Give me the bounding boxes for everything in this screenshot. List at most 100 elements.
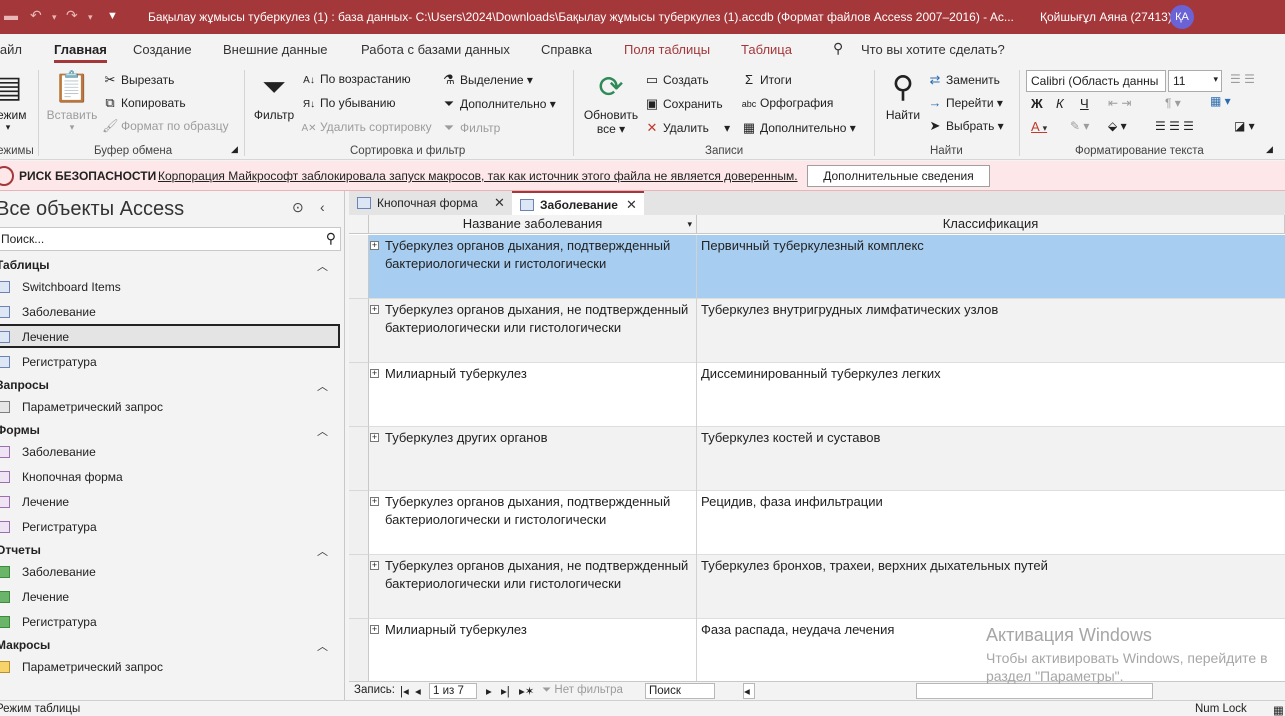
expand-subdatasheet-icon[interactable]: + bbox=[370, 305, 379, 314]
undo-icon[interactable]: ↶ bbox=[30, 7, 42, 24]
gridlines-icon[interactable]: ▦ ▾ bbox=[1210, 94, 1231, 108]
tab-table[interactable]: Таблица bbox=[741, 42, 792, 57]
chevron-up-icon[interactable]: ︿ bbox=[317, 423, 328, 439]
text-launcher-icon[interactable]: ◢ bbox=[1266, 144, 1273, 155]
doc-tab-zabolevanie[interactable]: Заболевание ✕ bbox=[512, 191, 644, 215]
doc-tab-switchboard[interactable]: Кнопочная форма ✕ bbox=[349, 191, 511, 215]
totals-button[interactable]: Σ Итоги bbox=[741, 72, 792, 87]
row-selector[interactable] bbox=[349, 427, 369, 491]
remove-sort-button[interactable]: A✕ Удалить сортировку bbox=[301, 120, 431, 134]
expand-subdatasheet-icon[interactable]: + bbox=[370, 625, 379, 634]
tab-external-data[interactable]: Внешние данные bbox=[223, 42, 328, 57]
sort-descending-button[interactable]: Я↓ По убыванию bbox=[301, 96, 396, 110]
nav-group-queries[interactable]: Запросы bbox=[0, 378, 49, 392]
font-family-select[interactable]: Calibri (Область данны bbox=[1026, 70, 1166, 92]
cell-disease-name[interactable]: Туберкулез других органов bbox=[385, 429, 695, 447]
nav-item-switchboard-items[interactable]: Switchboard Items bbox=[22, 280, 121, 294]
customize-qat-icon[interactable]: ▼ bbox=[107, 10, 118, 22]
cell-classification[interactable]: Туберкулез внутригрудных лимфатических у… bbox=[701, 301, 1281, 319]
cell-disease-name[interactable]: Туберкулез органов дыхания, подтвержденн… bbox=[385, 493, 695, 529]
spelling-button[interactable]: abc Орфография bbox=[741, 96, 834, 110]
horizontal-scrollbar-thumb[interactable] bbox=[916, 683, 1153, 699]
nav-group-forms[interactable]: Формы bbox=[0, 423, 40, 437]
cell-disease-name[interactable]: Милиарный туберкулез bbox=[385, 621, 695, 639]
filter-button[interactable]: ⏷ Фильтр bbox=[250, 70, 298, 122]
new-record-button[interactable]: ▭ Создать bbox=[644, 72, 709, 88]
security-message-link[interactable]: Корпорация Майкрософт заблокировала запу… bbox=[158, 169, 798, 183]
nav-item-table-lechenie[interactable]: Лечение bbox=[22, 330, 69, 344]
tell-me-box[interactable]: Что вы хотите сделать? bbox=[861, 42, 1005, 57]
close-icon[interactable]: ✕ bbox=[626, 197, 637, 213]
table-row[interactable]: + Туберкулез других органов Туберкулез кос… bbox=[369, 427, 1285, 491]
close-icon[interactable]: ✕ bbox=[494, 195, 505, 211]
copy-button[interactable]: ⧉ Копировать bbox=[102, 95, 185, 111]
expand-subdatasheet-icon[interactable]: + bbox=[370, 497, 379, 506]
no-filter-button[interactable]: ⏷ Нет фильтра bbox=[542, 684, 623, 697]
nav-item-report-zabolevanie[interactable]: Заболевание bbox=[22, 565, 96, 579]
chevron-up-icon[interactable]: ︿ bbox=[317, 258, 328, 274]
redo-icon[interactable]: ↷ bbox=[66, 7, 78, 24]
more-records-button[interactable]: ▦ Дополнительно ▾ bbox=[741, 120, 856, 136]
tab-table-fields[interactable]: Поля таблицы bbox=[624, 42, 710, 57]
table-row[interactable]: + Милиарный туберкулез Диссеминированный т… bbox=[369, 363, 1285, 427]
cell-classification[interactable]: Первичный туберкулезный комплекс bbox=[701, 237, 1281, 255]
tab-help[interactable]: Справка bbox=[541, 42, 592, 57]
avatar[interactable]: ҚА bbox=[1170, 5, 1194, 29]
selection-button[interactable]: ⚗ Выделение ▾ bbox=[441, 72, 533, 88]
sort-dropdown-icon[interactable]: ▾ bbox=[687, 215, 692, 233]
scroll-left-icon[interactable]: ◂ bbox=[743, 683, 755, 699]
nav-item-report-lechenie[interactable]: Лечение bbox=[22, 590, 69, 604]
more-info-button[interactable]: Дополнительные сведения bbox=[807, 165, 990, 187]
align-icons[interactable]: ☰ ☰ ☰ bbox=[1155, 119, 1194, 133]
table-row[interactable]: + Туберкулез органов дыхания, не подтверж… bbox=[369, 299, 1285, 363]
select-button[interactable]: ➤ Выбрать ▾ bbox=[927, 118, 1004, 134]
save-icon[interactable]: ▬ bbox=[4, 7, 18, 23]
nav-item-table-zabolevanie[interactable]: Заболевание bbox=[22, 305, 96, 319]
view-button[interactable]: ▤ Режим ▾ bbox=[0, 70, 28, 133]
tab-create[interactable]: Создание bbox=[133, 42, 192, 57]
chevron-up-icon[interactable]: ︿ bbox=[317, 378, 328, 394]
cell-classification[interactable]: Диссеминированный туберкулез легких bbox=[701, 365, 1281, 383]
cell-disease-name[interactable]: Туберкулез органов дыхания, не подтвержд… bbox=[385, 301, 695, 337]
prev-record-icon[interactable]: ◂ bbox=[415, 684, 421, 698]
format-painter-button[interactable]: 🖌 Формат по образцу bbox=[102, 118, 229, 134]
goto-button[interactable]: → Перейти ▾ bbox=[927, 95, 1003, 110]
row-selector[interactable] bbox=[349, 299, 369, 363]
nav-item-table-registratura[interactable]: Регистратура bbox=[22, 355, 97, 369]
replace-button[interactable]: ⇄ Заменить bbox=[927, 72, 1000, 88]
paragraph-icon[interactable]: ¶ ▾ bbox=[1165, 96, 1181, 110]
expand-subdatasheet-icon[interactable]: + bbox=[370, 241, 379, 250]
row-selector[interactable] bbox=[349, 619, 369, 681]
table-row[interactable]: + Туберкулез органов дыхания, подтвержден… bbox=[369, 235, 1285, 299]
font-color-icon[interactable]: A ▾ bbox=[1031, 119, 1047, 134]
nav-item-form-registratura[interactable]: Регистратура bbox=[22, 520, 97, 534]
row-selector[interactable] bbox=[349, 491, 369, 555]
nav-item-form-lechenie[interactable]: Лечение bbox=[22, 495, 69, 509]
nav-group-macros[interactable]: Макросы bbox=[0, 638, 50, 652]
record-position-input[interactable]: 1 из 7 bbox=[429, 683, 477, 699]
tab-file[interactable]: Файл bbox=[0, 42, 22, 57]
cell-classification[interactable]: Рецидив, фаза инфильтрации bbox=[701, 493, 1281, 511]
expand-subdatasheet-icon[interactable]: + bbox=[370, 561, 379, 570]
indent-icon[interactable]: ⇤ ⇥ bbox=[1108, 96, 1131, 110]
nav-item-query-parametric[interactable]: Параметрический запрос bbox=[22, 400, 163, 414]
cell-classification[interactable]: Туберкулез костей и суставов bbox=[701, 429, 1281, 447]
row-selector[interactable] bbox=[349, 235, 369, 299]
first-record-icon[interactable]: |◂ bbox=[400, 684, 409, 698]
new-blank-record-icon[interactable]: ▸✶ bbox=[519, 684, 534, 698]
select-all-corner[interactable] bbox=[349, 215, 369, 234]
nav-group-reports[interactable]: Отчеты bbox=[0, 543, 41, 557]
expand-subdatasheet-icon[interactable]: + bbox=[370, 433, 379, 442]
table-row[interactable]: + Туберкулез органов дыхания, подтвержден… bbox=[369, 491, 1285, 555]
datasheet-view-icon[interactable]: ▦ bbox=[1273, 703, 1284, 716]
undo-dropdown-icon[interactable]: ▾ bbox=[52, 12, 57, 23]
nav-title[interactable]: Все объекты Access bbox=[0, 198, 184, 221]
bold-icon[interactable]: Ж bbox=[1031, 96, 1043, 111]
cell-disease-name[interactable]: Туберкулез органов дыхания, подтвержденн… bbox=[385, 237, 695, 273]
tab-database-tools[interactable]: Работа с базами данных bbox=[361, 42, 510, 57]
sort-ascending-button[interactable]: A↓ По возрастанию bbox=[301, 72, 410, 86]
nav-group-tables[interactable]: Таблицы bbox=[0, 258, 49, 272]
cell-classification[interactable]: Туберкулез бронхов, трахеи, верхних дыха… bbox=[701, 557, 1281, 575]
toggle-filter-button[interactable]: ⏷ Фильтр bbox=[441, 120, 501, 136]
italic-icon[interactable]: К bbox=[1056, 96, 1064, 111]
